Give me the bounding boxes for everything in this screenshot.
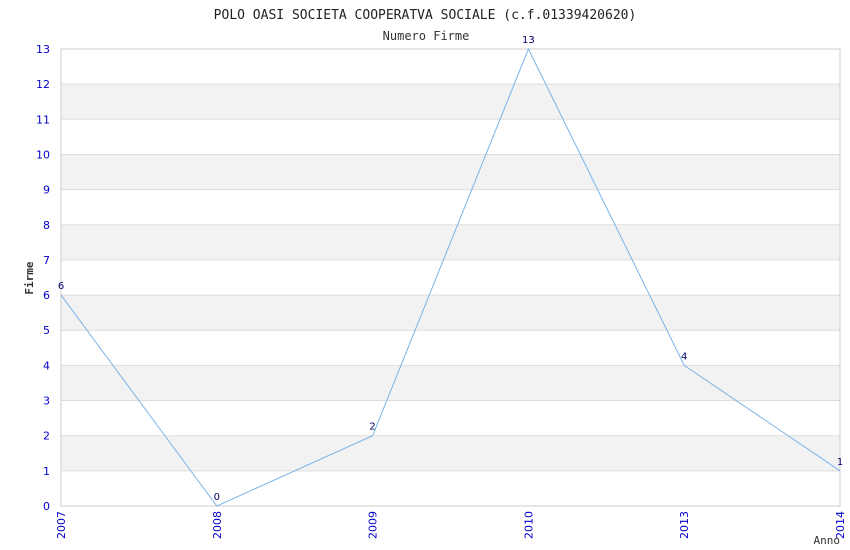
plot-band bbox=[61, 154, 840, 190]
x-tick-label: 2008 bbox=[211, 511, 224, 539]
y-tick-label: 4 bbox=[43, 359, 50, 372]
x-tick-label: 2013 bbox=[678, 511, 691, 539]
y-axis-ticks: 012345678910111213 bbox=[36, 43, 50, 513]
y-tick-label: 8 bbox=[43, 219, 50, 232]
y-tick-label: 13 bbox=[36, 43, 50, 56]
x-tick-label: 2010 bbox=[522, 511, 535, 539]
y-tick-label: 12 bbox=[36, 78, 50, 91]
chart-subtitle: Numero Firme bbox=[383, 29, 470, 43]
x-tick-label: 2009 bbox=[367, 511, 380, 539]
chart-title: POLO OASI SOCIETA COOPERATVA SOCIALE (c.… bbox=[214, 8, 637, 23]
data-label: 0 bbox=[214, 492, 220, 503]
y-tick-label: 0 bbox=[43, 500, 50, 513]
y-tick-label: 6 bbox=[43, 289, 50, 302]
data-label: 1 bbox=[837, 457, 843, 468]
line-chart: 012345678910111213 2007 2008 2009 2010 2013 2… bbox=[23, 8, 847, 547]
y-tick-label: 2 bbox=[43, 430, 50, 443]
y-tick-label: 11 bbox=[36, 113, 50, 126]
plot-band bbox=[61, 295, 840, 331]
y-tick-label: 1 bbox=[43, 465, 50, 478]
data-label: 13 bbox=[522, 35, 535, 46]
y-tick-label: 9 bbox=[43, 184, 50, 197]
x-tick-label: 2007 bbox=[55, 511, 68, 539]
data-label: 6 bbox=[58, 281, 64, 292]
data-label: 4 bbox=[681, 351, 687, 362]
x-axis-ticks: 2007 2008 2009 2010 2013 2014 bbox=[55, 511, 847, 539]
y-axis-label: Firme bbox=[23, 261, 36, 294]
y-tick-label: 5 bbox=[43, 324, 50, 337]
plot-band bbox=[61, 84, 840, 120]
y-tick-label: 10 bbox=[36, 148, 50, 161]
plot-bands bbox=[61, 84, 840, 471]
x-axis-label: Anno bbox=[814, 534, 841, 547]
y-tick-label: 7 bbox=[43, 254, 50, 267]
y-tick-label: 3 bbox=[43, 395, 50, 408]
plot-band bbox=[61, 365, 840, 401]
data-label: 2 bbox=[369, 422, 375, 433]
